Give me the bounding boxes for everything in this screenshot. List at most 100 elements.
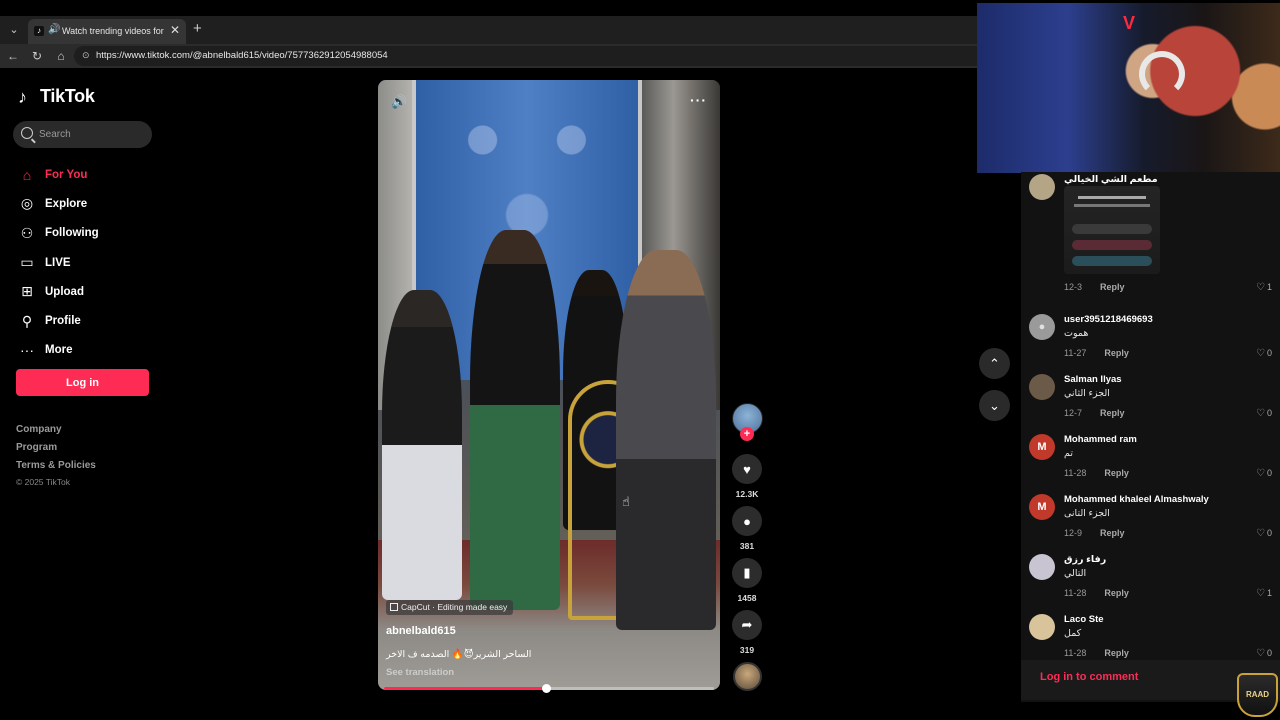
comment-text: الجزء التانى: [1064, 508, 1110, 519]
home-browser-icon[interactable]: ⌂: [53, 48, 69, 64]
comment-avatar[interactable]: M: [1029, 494, 1055, 520]
progress-handle[interactable]: [541, 684, 551, 693]
heart-outline-icon: ♡: [1256, 348, 1265, 359]
video-scene-person: [382, 290, 462, 600]
sidebar-item-more[interactable]: ··· More: [18, 336, 168, 365]
video-more-options-icon[interactable]: ···: [690, 92, 707, 108]
comment-date: 11-28: [1064, 588, 1087, 598]
comment-username[interactable]: مطعم الشي الخيالي: [1064, 174, 1158, 185]
new-tab-plus-icon[interactable]: +: [193, 20, 202, 37]
comment-username[interactable]: رفاء رزق: [1064, 554, 1106, 565]
follow-plus-icon[interactable]: +: [740, 427, 754, 441]
footer-link-company[interactable]: Company: [16, 424, 96, 442]
sidebar-nav: ⌂ For You ◎ Explore ⚇ Following ▭ LIVE ⊞…: [18, 160, 168, 365]
comment-like-button[interactable]: ♡ 0: [1256, 348, 1272, 359]
heart-outline-icon: ♡: [1256, 282, 1265, 293]
comment-date: 12-9: [1064, 528, 1083, 538]
comment-avatar[interactable]: [1029, 374, 1055, 400]
sidebar-item-following[interactable]: ⚇ Following: [18, 219, 168, 248]
streamer-webcam: V: [977, 3, 1280, 173]
comment-like-button[interactable]: ♡ 0: [1256, 408, 1272, 419]
comment-text: كمل: [1064, 628, 1082, 639]
comment-username[interactable]: Laco Ste: [1064, 614, 1104, 625]
sidebar-item-profile[interactable]: ⚲ Profile: [18, 306, 168, 335]
comment-username[interactable]: Mohammed ram: [1064, 434, 1137, 445]
comment-avatar[interactable]: ●: [1029, 314, 1055, 340]
browser-tab[interactable]: ♪ 🔊 Watch trending videos for yo ✕: [28, 19, 186, 44]
url-field[interactable]: ⊙ https://www.tiktok.com/@abnelbald615/v…: [74, 46, 980, 66]
comment-avatar[interactable]: [1029, 554, 1055, 580]
progress-fill: [384, 687, 546, 690]
video-player[interactable]: [378, 80, 720, 690]
like-button[interactable]: ♥ 12.3K: [732, 454, 762, 499]
footer-link-terms[interactable]: Terms & Policies: [16, 460, 96, 478]
see-translation-link[interactable]: See translation: [386, 667, 454, 678]
person-icon: ⚲: [21, 312, 33, 329]
comment-avatar[interactable]: [1029, 174, 1055, 200]
comment-meta: 12-3 Reply: [1064, 282, 1125, 292]
heart-outline-icon: ♡: [1256, 588, 1265, 599]
comments-panel[interactable]: مطعم الشي الخيالي 12-3 Reply ♡ 1 ● user395…: [1021, 172, 1280, 702]
comment-like-button[interactable]: ♡ 1: [1256, 282, 1272, 293]
reply-button[interactable]: Reply: [1104, 648, 1129, 658]
sidebar-item-label: Profile: [45, 315, 81, 328]
sidebar-item-explore[interactable]: ◎ Explore: [18, 189, 168, 218]
tab-search-chevron-icon[interactable]: ⌄: [6, 22, 22, 38]
comment-date: 12-7: [1064, 408, 1083, 418]
tiktok-favicon-icon: ♪: [34, 26, 44, 36]
comment-item: M Mohammed khaleel Almashwaly الجزء التا…: [1021, 492, 1280, 552]
tiktok-note-icon: ♪: [18, 86, 27, 107]
back-arrow-icon[interactable]: ←: [5, 48, 21, 64]
comment-like-button[interactable]: ♡ 0: [1256, 468, 1272, 479]
browser-tab-bar: ⌄ ♪ 🔊 Watch trending videos for yo ✕ +: [0, 16, 980, 44]
comment-like-button[interactable]: ♡ 0: [1256, 528, 1272, 539]
save-count: 1458: [737, 593, 757, 603]
comment-like-button[interactable]: ♡ 0: [1256, 648, 1272, 659]
comment-item: Salman Ilyas الجزء الثاني 12-7 Reply ♡ 0: [1021, 372, 1280, 432]
capcut-badge[interactable]: CapCut · Editing made easy: [386, 600, 514, 615]
search-box[interactable]: [13, 121, 152, 148]
login-button[interactable]: Log in: [16, 369, 149, 396]
comment-username[interactable]: user3951218469693: [1064, 314, 1153, 325]
next-video-chevron-down-icon[interactable]: ⌄: [979, 390, 1010, 421]
reply-button[interactable]: Reply: [1104, 348, 1129, 358]
heart-outline-icon: ♡: [1256, 528, 1265, 539]
speaker-icon[interactable]: 🔊: [48, 24, 60, 35]
comment-avatar[interactable]: M: [1029, 434, 1055, 460]
reply-button[interactable]: Reply: [1100, 408, 1125, 418]
reply-button[interactable]: Reply: [1100, 282, 1125, 292]
ellipsis-icon: ···: [20, 342, 34, 359]
sidebar-item-label: For You: [45, 168, 88, 181]
comment-like-count: 1: [1266, 282, 1272, 292]
sound-avatar[interactable]: [733, 662, 762, 691]
sidebar-item-live[interactable]: ▭ LIVE: [18, 248, 168, 277]
video-progress-bar[interactable]: [384, 684, 714, 693]
site-info-icon[interactable]: ⊙: [82, 50, 90, 61]
headset-icon: [1139, 51, 1185, 97]
reply-button[interactable]: Reply: [1104, 588, 1129, 598]
close-tab-icon[interactable]: ✕: [170, 23, 180, 37]
comment-like-button[interactable]: ♡ 1: [1256, 588, 1272, 599]
save-button[interactable]: ▮ 1458: [732, 558, 762, 603]
comment-item: ● user3951218469693 هموت 11-27 Reply ♡ 0: [1021, 312, 1280, 372]
footer-link-program[interactable]: Program: [16, 442, 96, 460]
comment-username[interactable]: Salman Ilyas: [1064, 374, 1122, 385]
reload-icon[interactable]: ↻: [29, 48, 45, 64]
comment-avatar[interactable]: [1029, 614, 1055, 640]
search-input[interactable]: [39, 126, 149, 143]
reply-button[interactable]: Reply: [1104, 468, 1129, 478]
comment-image-attachment[interactable]: [1064, 186, 1160, 274]
comment-like-count: 0: [1266, 648, 1272, 658]
comment-button[interactable]: ● 381: [732, 506, 762, 551]
volume-icon[interactable]: 🔊: [391, 94, 407, 110]
reply-button[interactable]: Reply: [1100, 528, 1125, 538]
tiktok-logo[interactable]: ♪ TikTok: [18, 86, 95, 107]
login-to-comment-link[interactable]: Log in to comment: [1040, 671, 1138, 683]
comment-username[interactable]: Mohammed khaleel Almashwaly: [1064, 494, 1209, 505]
share-button[interactable]: ➦ 319: [732, 610, 762, 655]
sidebar-item-for-you[interactable]: ⌂ For You: [18, 160, 168, 189]
image-line: [1078, 196, 1146, 199]
sidebar-item-upload[interactable]: ⊞ Upload: [18, 277, 168, 306]
video-author[interactable]: abnelbald615: [386, 625, 456, 637]
previous-video-chevron-up-icon[interactable]: ⌃: [979, 348, 1010, 379]
